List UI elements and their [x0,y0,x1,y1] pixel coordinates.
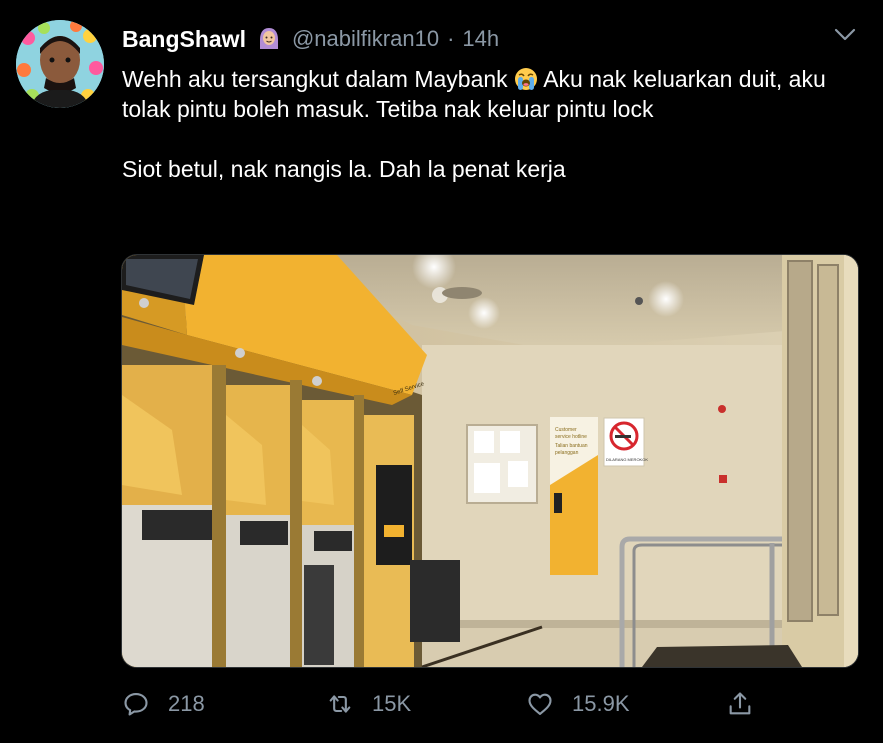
tweet-actions: 218 15K 15.9K [122,686,762,722]
tweet-timestamp[interactable]: 14h [462,26,499,52]
heart-icon [528,693,552,715]
reply-button[interactable]: 218 [122,690,205,718]
like-count: 15.9K [572,691,630,716]
share-button[interactable] [726,690,754,718]
tweet-text-part-1: Wehh aku tersangkut dalam Maybank [122,66,515,92]
tweet-text: Wehh aku tersangkut dalam Maybank Aku na… [122,64,862,184]
retweet-count: 15K [372,691,412,716]
retweet-icon [329,695,351,713]
separator-dot: · [447,26,455,51]
tweet-paragraph-2: Siot betul, nak nangis la. Dah la penat … [122,156,566,182]
reply-count: 218 [168,691,205,716]
loudly-crying-face-emoji-icon [514,67,538,91]
sign-line-2: service hotline [555,434,587,440]
tweet-header: BangShawl @nabilfikran10 · 14h [122,24,499,54]
share-icon [729,692,751,715]
woman-with-headscarf-emoji-icon [258,27,280,51]
tweet-photo[interactable]: Customer service hotline Talian bantuan … [121,254,859,668]
avatar[interactable] [16,20,104,108]
retweet-button[interactable]: 15K [326,690,411,718]
like-button[interactable]: 15.9K [526,690,630,718]
chevron-down-icon[interactable] [833,26,857,44]
user-handle[interactable]: @nabilfikran10 [292,26,439,52]
no-smoking-caption: DILARANG MEROKOK [606,457,648,462]
reply-icon [124,693,148,716]
sign-line-1: Customer [555,427,577,433]
tweet-paragraph-1: Wehh aku tersangkut dalam Maybank Aku na… [122,64,862,124]
sign-line-4: pelanggan [555,450,579,456]
sign-line-3: Talian bantuan [555,443,588,449]
display-name[interactable]: BangShawl [122,26,246,53]
